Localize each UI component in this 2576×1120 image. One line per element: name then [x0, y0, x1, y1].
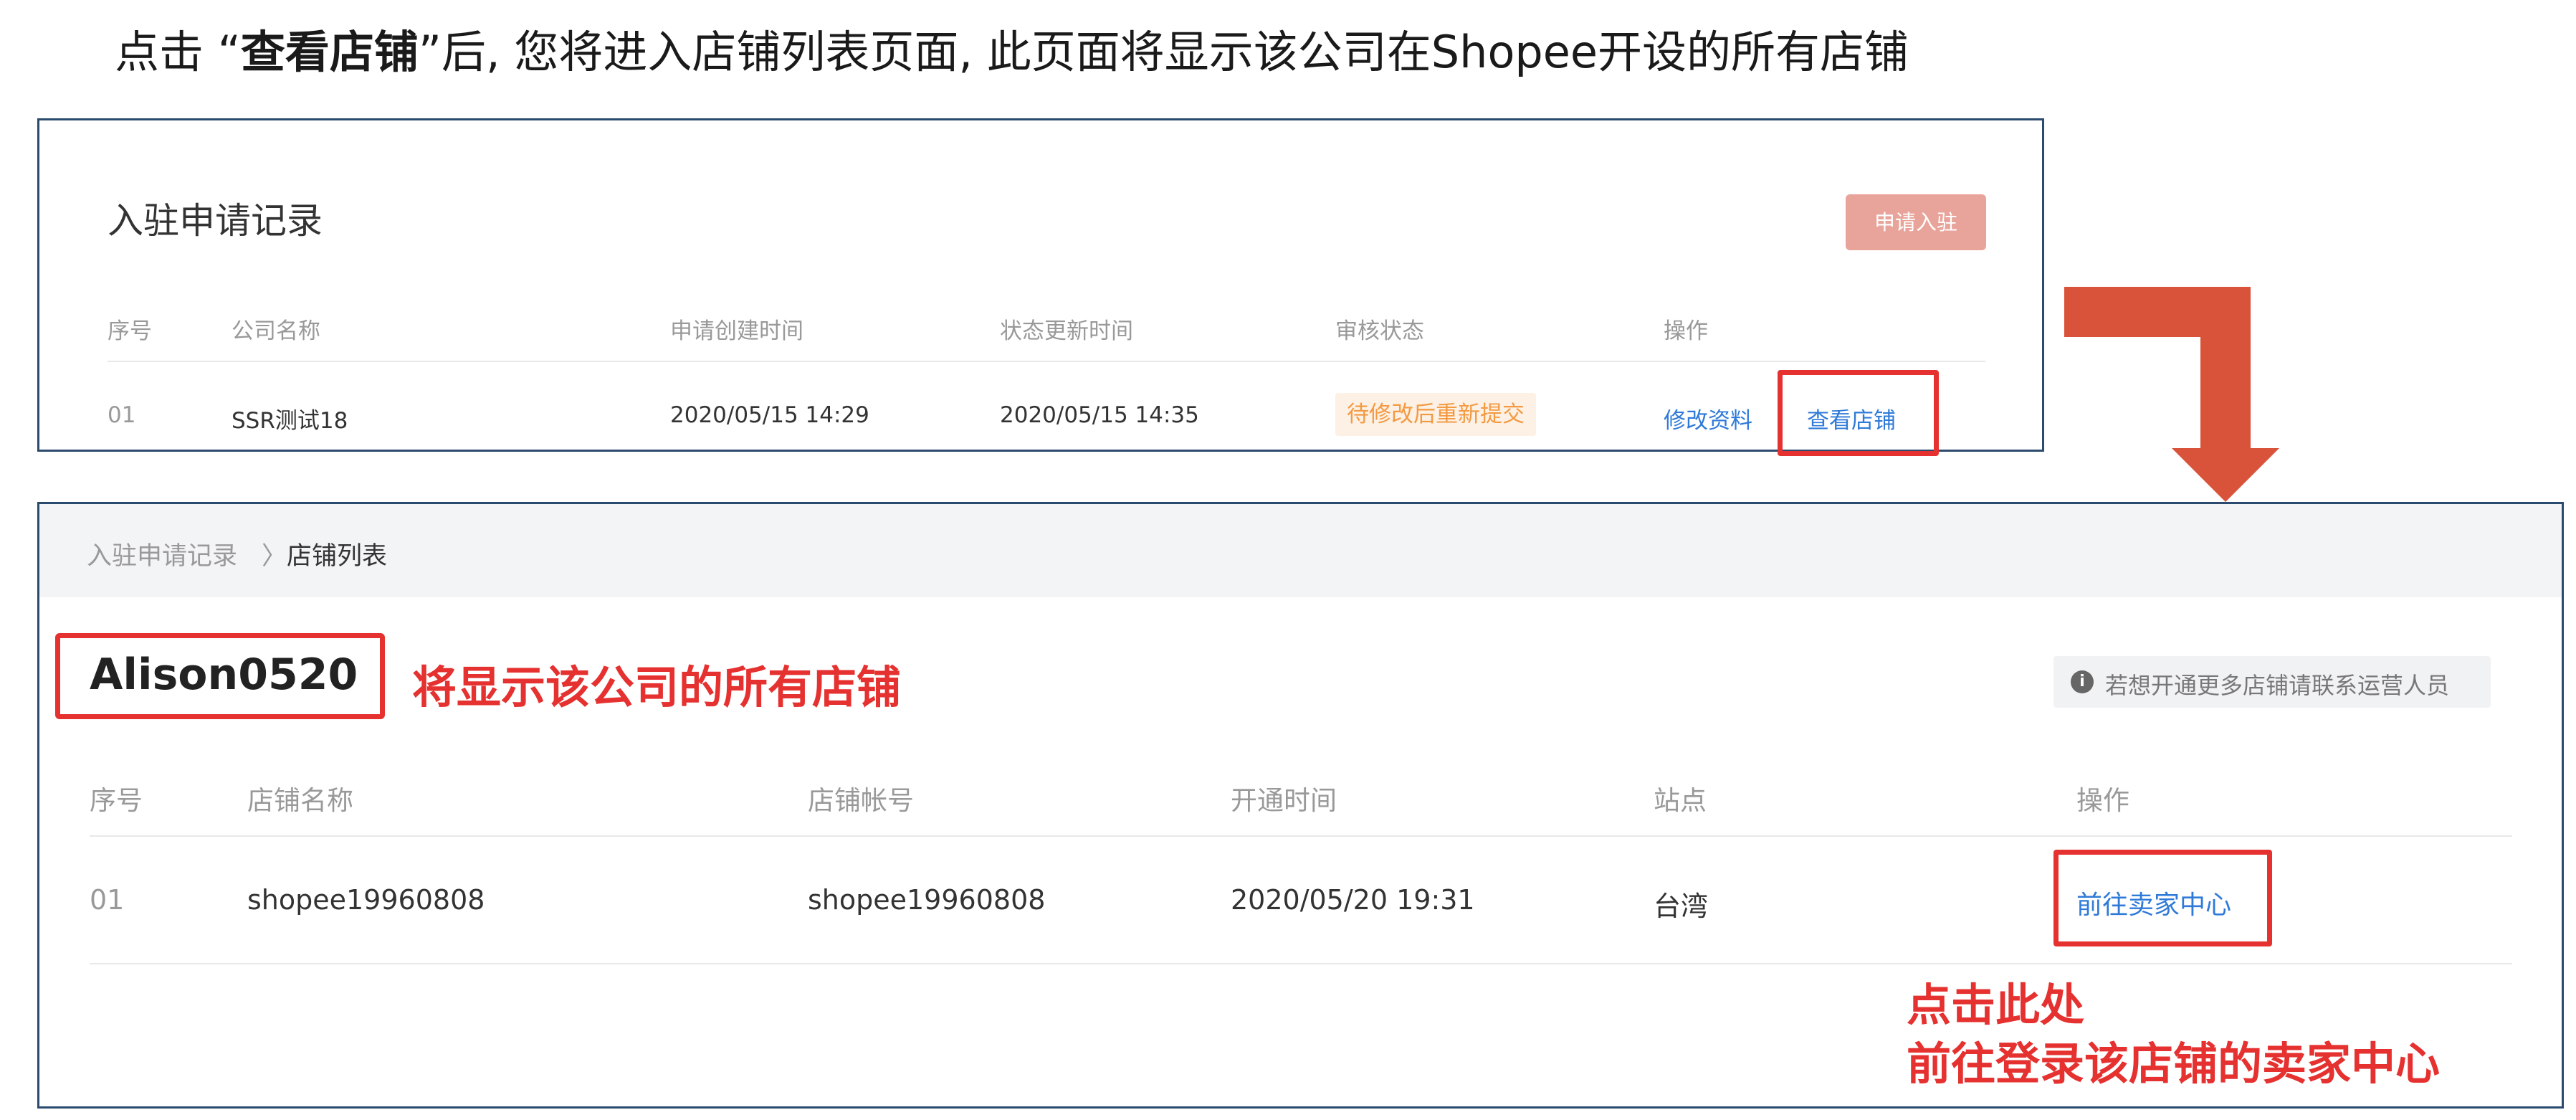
instruction-suffix: ”后, 您将进入店铺列表页面, 此页面将显示该公司在Shopee开设的所有店铺 [418, 26, 1909, 78]
notice-banner: i 若想开通更多店铺请联系运营人员 [2053, 656, 2491, 708]
annotation-click-here: 点击此处 [1907, 979, 2085, 1031]
row-index: 01 [90, 884, 125, 916]
notice-text: 若想开通更多店铺请联系运营人员 [2105, 672, 2450, 699]
table-divider [108, 361, 1985, 362]
row-site: 台湾 [1654, 891, 1709, 922]
col-header-status: 审核状态 [1335, 318, 1424, 344]
col-header-actions: 操作 [2076, 785, 2129, 816]
breadcrumb-parent[interactable]: 入驻申请记录 [87, 536, 237, 572]
edit-info-link[interactable]: 修改资料 [1664, 402, 1752, 435]
row-created: 2020/05/15 14:29 [670, 402, 869, 428]
col-header-index: 序号 [108, 318, 152, 344]
col-header-opened: 开通时间 [1231, 785, 1337, 816]
breadcrumb: 入驻申请记录 〉 店铺列表 [39, 504, 2562, 597]
col-header-created: 申请创建时间 [670, 318, 803, 344]
info-icon: i [2071, 670, 2094, 693]
table-divider [90, 835, 2512, 837]
highlight-box-view-shops [1778, 370, 1939, 456]
col-header-shop-name: 店铺名称 [247, 785, 353, 816]
company-name: Alison0520 [90, 650, 358, 700]
col-header-updated: 状态更新时间 [1000, 318, 1133, 344]
annotation-company-note: 将显示该公司的所有店铺 [412, 661, 902, 713]
breadcrumb-current: 店铺列表 [287, 542, 388, 571]
down-arrow-icon [2064, 287, 2279, 502]
row-index: 01 [108, 402, 136, 428]
col-header-site: 站点 [1654, 785, 1707, 816]
apply-button[interactable]: 申请入驻 [1846, 194, 1986, 250]
col-header-actions: 操作 [1664, 318, 1708, 344]
row-opened: 2020/05/20 19:31 [1231, 884, 1475, 916]
status-badge: 待修改后重新提交 [1335, 393, 1536, 436]
table-divider [90, 963, 2512, 964]
row-company: SSR测试18 [232, 408, 348, 434]
instruction-emphasis: 查看店铺 [240, 26, 419, 78]
row-shop-account: shopee19960808 [808, 884, 1046, 916]
shop-list-panel: 入驻申请记录 〉 店铺列表 Alison0520 将显示该公司的所有店铺 i 若… [37, 502, 2564, 1109]
row-updated: 2020/05/15 14:35 [1000, 402, 1199, 428]
row-shop-name: shopee19960808 [247, 884, 485, 916]
col-header-shop-account: 店铺帐号 [808, 785, 914, 816]
highlight-box-seller-center [2053, 850, 2272, 946]
records-title: 入驻申请记录 [108, 200, 323, 242]
annotation-go-seller-center: 前往登录该店铺的卖家中心 [1907, 1038, 2441, 1090]
col-header-index: 序号 [90, 785, 143, 816]
breadcrumb-separator: 〉 [262, 542, 287, 571]
records-panel: 入驻申请记录 申请入驻 序号 公司名称 申请创建时间 状态更新时间 审核状态 操… [37, 118, 2044, 456]
instruction-prefix: 点击 “ [115, 26, 241, 78]
col-header-company: 公司名称 [232, 318, 320, 344]
instruction-text: 点击 “查看店铺”后, 您将进入店铺列表页面, 此页面将显示该公司在Shopee… [115, 20, 1909, 85]
